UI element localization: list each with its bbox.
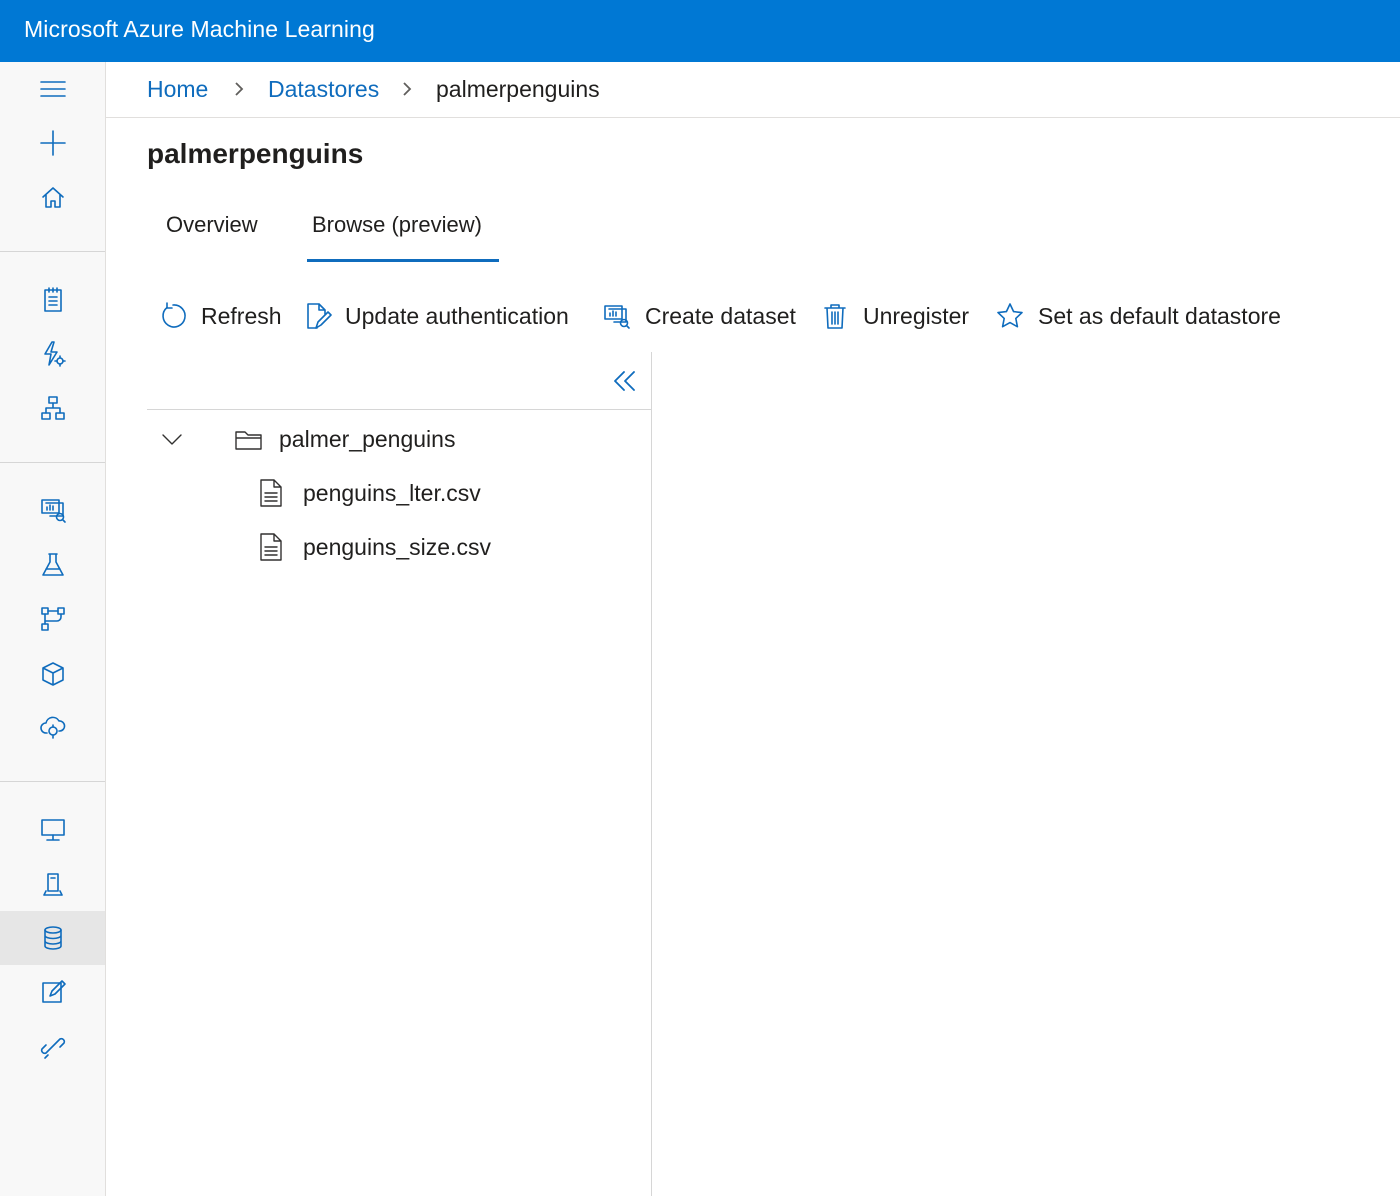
- folder-icon: [235, 428, 263, 450]
- refresh-label: Refresh: [201, 302, 282, 329]
- refresh-button[interactable]: Refresh: [158, 298, 282, 334]
- update-authentication-label: Update authentication: [345, 302, 569, 329]
- tree-pane-header: [147, 352, 651, 410]
- file-icon: [259, 479, 283, 507]
- nav-divider: [0, 781, 105, 782]
- refresh-icon: [162, 302, 186, 328]
- breadcrumb-datastores[interactable]: Datastores: [268, 76, 379, 103]
- new-button[interactable]: [0, 116, 105, 170]
- trash-icon: [824, 304, 846, 329]
- file-name: penguins_size.csv: [303, 533, 491, 560]
- menu-button[interactable]: [0, 62, 105, 116]
- file-tree-pane: palmer_penguins penguins_lter.csv pengui…: [147, 352, 652, 1196]
- nav-models[interactable]: [0, 647, 105, 701]
- unregister-button[interactable]: Unregister: [820, 298, 969, 334]
- nav-divider: [0, 462, 105, 463]
- set-default-datastore-button[interactable]: Set as default datastore: [995, 298, 1281, 334]
- nav-data-labeling[interactable]: [0, 965, 105, 1019]
- designer-icon: [40, 396, 65, 420]
- update-authentication-button[interactable]: Update authentication: [302, 298, 569, 334]
- breadcrumb-current: palmerpenguins: [436, 76, 600, 102]
- top-header-bar: Microsoft Azure Machine Learning: [0, 0, 1400, 62]
- new-icon: [39, 130, 66, 156]
- endpoints-icon: [39, 716, 65, 739]
- create-dataset-icon: [604, 305, 630, 329]
- tree-file-row[interactable]: penguins_lter.csv: [259, 473, 481, 513]
- datasets-icon: [40, 499, 66, 523]
- left-navigation: [0, 62, 106, 1196]
- pipelines-icon: [40, 607, 65, 631]
- double-chevron-left-icon: [614, 371, 635, 391]
- tab-overview[interactable]: Overview: [166, 212, 258, 238]
- automated-ml-icon: [43, 341, 66, 367]
- create-dataset-label: Create dataset: [645, 302, 796, 329]
- linked-services-icon: [40, 1037, 65, 1059]
- datastores-icon: [43, 926, 62, 950]
- nav-datastores[interactable]: [0, 911, 105, 965]
- nav-compute[interactable]: [0, 803, 105, 857]
- nav-experiments[interactable]: [0, 538, 105, 592]
- chevron-right-icon: [232, 82, 246, 96]
- active-tab-indicator: [307, 259, 499, 262]
- chevron-right-icon: [400, 82, 414, 96]
- collapse-pane-button[interactable]: [612, 368, 638, 394]
- compute-icon: [40, 819, 65, 841]
- create-dataset-button[interactable]: Create dataset: [602, 298, 796, 334]
- nav-linked-services[interactable]: [0, 1019, 105, 1073]
- chevron-down-icon[interactable]: [147, 427, 197, 451]
- nav-designer[interactable]: [0, 381, 105, 435]
- breadcrumb: Home Datastores palmerpenguins: [106, 62, 1400, 118]
- data-labeling-icon: [41, 980, 66, 1003]
- edit-document-icon: [307, 303, 332, 329]
- nav-notebooks[interactable]: [0, 273, 105, 327]
- nav-environments[interactable]: [0, 858, 105, 912]
- set-default-datastore-label: Set as default datastore: [1038, 302, 1281, 329]
- folder-name: palmer_penguins: [279, 425, 456, 452]
- unregister-label: Unregister: [863, 302, 970, 329]
- tree-file-row[interactable]: penguins_size.csv: [259, 527, 491, 567]
- menu-icon: [39, 81, 66, 97]
- breadcrumb-home[interactable]: Home: [147, 76, 208, 103]
- tree-folder-row[interactable]: palmer_penguins: [147, 419, 651, 459]
- file-icon: [259, 533, 283, 561]
- home-icon: [41, 187, 64, 208]
- notebooks-icon: [43, 287, 62, 312]
- environments-icon: [42, 873, 63, 896]
- models-icon: [41, 662, 64, 686]
- nav-pipelines[interactable]: [0, 592, 105, 646]
- nav-divider: [0, 251, 105, 252]
- nav-datasets[interactable]: [0, 483, 105, 537]
- nav-home[interactable]: [0, 171, 105, 225]
- page-title: palmerpenguins: [147, 138, 364, 169]
- experiments-icon: [41, 553, 64, 576]
- star-icon: [997, 303, 1023, 328]
- nav-endpoints[interactable]: [0, 700, 105, 754]
- app-title[interactable]: Microsoft Azure Machine Learning: [24, 16, 375, 43]
- tab-browse-preview[interactable]: Browse (preview): [312, 212, 482, 238]
- nav-automated-ml[interactable]: [0, 327, 105, 381]
- file-name: penguins_lter.csv: [303, 479, 481, 506]
